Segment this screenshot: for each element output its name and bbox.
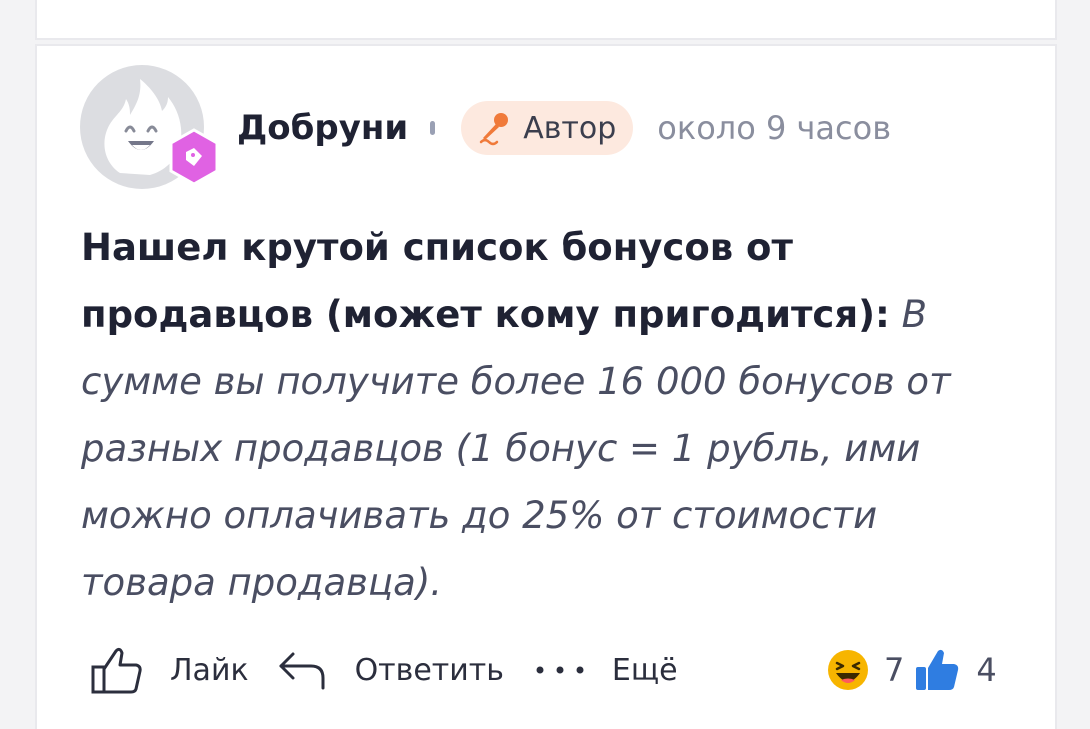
more-label: Ещё <box>611 652 678 688</box>
separator-dot <box>430 121 436 135</box>
reply-button[interactable]: Ответить <box>277 648 504 692</box>
laughing-emoji-icon <box>826 648 870 692</box>
more-button[interactable]: Ещё <box>534 653 678 688</box>
thumbs-up-icon <box>914 647 960 693</box>
comment-text-italic: В сумме вы получите более 16 000 бонусов… <box>81 293 951 604</box>
like-label: Лайк <box>170 652 249 688</box>
author-badge-label: Автор <box>523 110 617 146</box>
reaction-laugh[interactable]: 7 <box>826 648 904 692</box>
author-badge: Автор <box>461 101 634 155</box>
comment-text-bold: Нашел крутой список бонусов от продавцов… <box>81 226 890 336</box>
thumb-up-outline-icon <box>90 645 144 695</box>
more-dots-icon <box>534 664 590 676</box>
comment-actions: Лайк Ответить Ещё <box>90 642 678 698</box>
author-name[interactable]: Добруни <box>237 108 408 148</box>
reply-arrow-icon <box>277 648 329 692</box>
comment-feed: Добруни Автор около 9 часов Нашел крутой… <box>0 0 1090 729</box>
reaction-thumbs-up[interactable]: 4 <box>914 647 997 693</box>
comment-timestamp: около 9 часов <box>657 109 892 147</box>
microphone-icon <box>475 108 515 148</box>
comment-text: Нашел крутой список бонусов от продавцов… <box>81 214 1011 616</box>
reply-label: Ответить <box>354 652 504 688</box>
previous-comment-card <box>35 0 1057 40</box>
reaction-laugh-count: 7 <box>884 651 905 689</box>
reactions: 7 4 <box>826 642 997 698</box>
like-button[interactable]: Лайк <box>90 645 249 695</box>
tag-badge-icon <box>168 128 220 186</box>
comment-header: Добруни Автор около 9 часов <box>237 100 891 156</box>
reaction-thumbs-up-count: 4 <box>976 651 997 689</box>
